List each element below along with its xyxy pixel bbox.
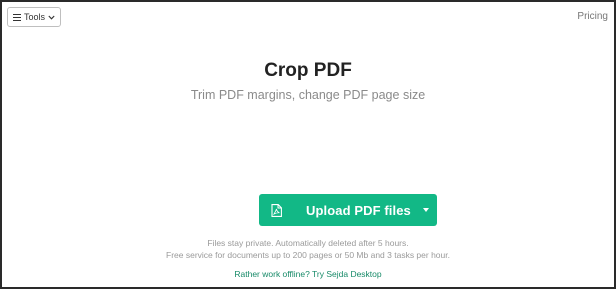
tools-menu-button[interactable]: Tools bbox=[7, 7, 61, 27]
upload-pdf-button[interactable]: Upload PDF files bbox=[259, 194, 411, 226]
tools-label: Tools bbox=[23, 12, 45, 22]
caret-down-icon bbox=[423, 208, 429, 212]
page-subtitle: Trim PDF margins, change PDF page size bbox=[190, 88, 426, 102]
pricing-link[interactable]: Pricing bbox=[577, 11, 608, 22]
privacy-note: Files stay private. Automatically delete… bbox=[207, 238, 409, 248]
page-frame: Tools Pricing Crop PDF Trim PDF margins,… bbox=[0, 0, 616, 289]
desktop-offline-link[interactable]: Rather work offline? Try Sejda Desktop bbox=[2, 269, 614, 279]
chevron-down-icon bbox=[48, 15, 55, 20]
upload-button-group: Upload PDF files bbox=[259, 194, 437, 226]
hamburger-icon bbox=[12, 13, 21, 21]
upload-button-label: Upload PDF files bbox=[306, 202, 411, 218]
page-title: Crop PDF bbox=[264, 60, 352, 81]
upload-options-dropdown[interactable] bbox=[415, 194, 437, 226]
limits-note: Free service for documents up to 200 pag… bbox=[166, 250, 450, 260]
pdf-file-icon bbox=[271, 203, 282, 217]
